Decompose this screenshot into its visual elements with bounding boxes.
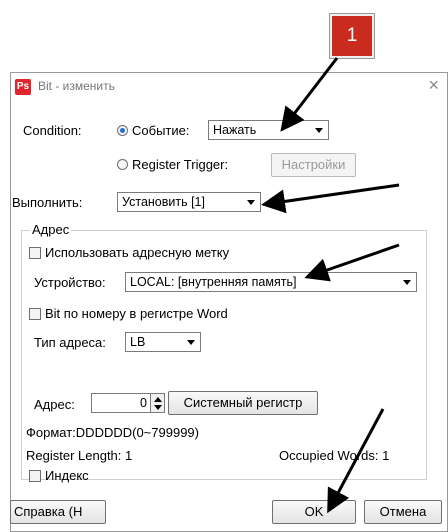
event-select[interactable]: Нажать (208, 120, 329, 140)
chevron-down-icon (315, 128, 323, 133)
close-icon[interactable]: × (428, 75, 439, 96)
register-length-text: Register Length: 1 (26, 448, 133, 463)
address-stepper[interactable] (150, 393, 165, 413)
execute-select[interactable]: Установить [1] (117, 192, 261, 212)
help-button[interactable]: Справка (Н (10, 500, 106, 524)
event-radio[interactable]: Событие: (117, 123, 189, 138)
use-address-tag-checkbox[interactable]: Использовать адресную метку (29, 245, 229, 260)
device-label: Устройство: (34, 275, 106, 290)
address-group-title: Адрес (30, 222, 72, 237)
checkbox-icon (29, 308, 41, 320)
checkbox-icon (29, 470, 41, 482)
app-logo-icon: Ps (15, 79, 31, 95)
chevron-down-icon (187, 340, 195, 345)
settings-button[interactable]: Настройки (271, 153, 356, 177)
condition-label: Condition: (23, 123, 82, 138)
address-type-label: Тип адреса: (34, 335, 106, 350)
system-register-button[interactable]: Системный регистр (168, 391, 318, 415)
cancel-button[interactable]: Отмена (364, 500, 442, 524)
execute-label: Выполнить: (12, 195, 83, 210)
register-trigger-radio[interactable]: Register Trigger: (117, 157, 228, 172)
address-type-select[interactable]: LB (125, 332, 201, 352)
bit-edit-dialog: Ps Bit - изменить × Condition: Событие: … (10, 72, 448, 532)
event-radio-label: Событие: (132, 123, 190, 138)
address-type-value: LB (130, 335, 146, 349)
address-input[interactable]: 0 (91, 393, 151, 413)
chevron-down-icon (247, 200, 255, 205)
title-bar: Ps Bit - изменить × (11, 73, 447, 99)
checkbox-icon (29, 247, 41, 259)
radio-selected-icon (117, 125, 128, 136)
occupied-words-text: Occupied Words: 1 (279, 448, 390, 463)
address-group: Адрес Использовать адресную метку Устрой… (21, 222, 427, 483)
use-address-tag-label: Использовать адресную метку (45, 245, 230, 260)
device-select[interactable]: LOCAL: [внутренняя память] (125, 272, 417, 292)
radio-unselected-icon (117, 159, 128, 170)
bit-by-word-label: Bit по номеру в регистре Word (45, 306, 228, 321)
format-text: Формат:DDDDDD(0~799999) (26, 425, 199, 440)
register-trigger-label: Register Trigger: (132, 157, 229, 172)
window-title: Bit - изменить (38, 79, 115, 93)
stepper-down-icon (154, 405, 162, 410)
execute-select-value: Установить [1] (122, 195, 205, 209)
bit-by-word-checkbox[interactable]: Bit по номеру в регистре Word (29, 306, 228, 321)
ok-button[interactable]: OK (272, 500, 356, 524)
index-checkbox[interactable]: Индекс (29, 468, 89, 483)
device-select-value: LOCAL: [внутренняя память] (130, 275, 297, 289)
stepper-up-icon (154, 397, 162, 402)
event-select-value: Нажать (213, 123, 257, 137)
address-label: Адрес: (34, 397, 75, 412)
callout-1: 1 (330, 14, 374, 58)
chevron-down-icon (403, 280, 411, 285)
index-label: Индекс (45, 468, 89, 483)
